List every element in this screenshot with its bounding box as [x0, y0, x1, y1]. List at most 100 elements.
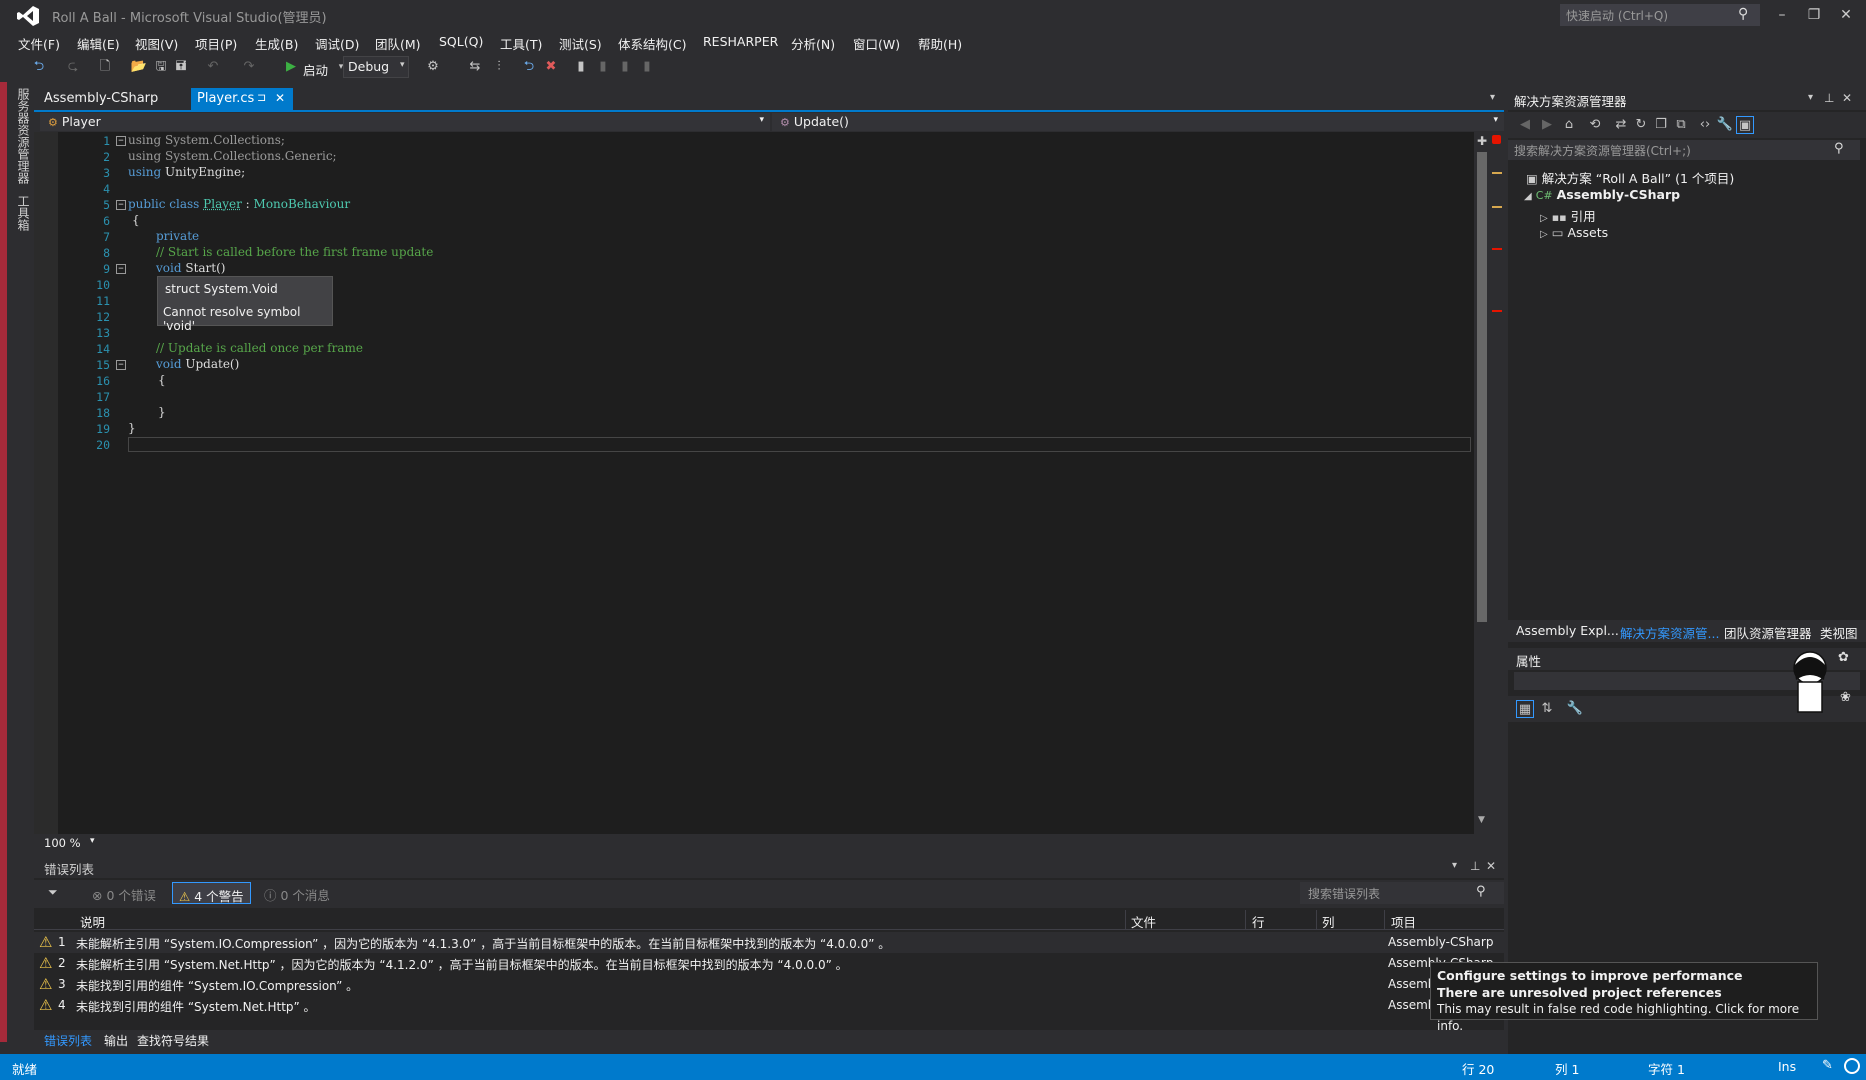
- resharper-notification[interactable]: Configure settings to improve performanc…: [1430, 962, 1818, 1033]
- menu-architecture[interactable]: 体系结构(C): [618, 34, 686, 53]
- column-line[interactable]: 行: [1252, 912, 1265, 931]
- chevron-down-icon[interactable]: ▾: [90, 836, 95, 846]
- history-icon[interactable]: ⟲: [1586, 116, 1604, 134]
- tab-solution-explorer[interactable]: 解决方案资源管...: [1620, 623, 1719, 642]
- tab-class-view[interactable]: 类视图: [1820, 623, 1858, 642]
- expanded-arrow-icon[interactable]: ◢: [1524, 191, 1532, 202]
- tree-solution[interactable]: ▣ 解决方案 “Roll A Ball” (1 个项目): [1526, 168, 1734, 187]
- tab-player-cs[interactable]: Player.cs ⊐ ✕: [191, 88, 293, 110]
- class-dropdown[interactable]: ⚙ Player ▾: [40, 113, 770, 131]
- filter-icon[interactable]: ⏷: [48, 885, 58, 900]
- fold-collapse-icon[interactable]: −: [116, 360, 126, 370]
- warning-marker[interactable]: [1492, 172, 1502, 174]
- search-icon[interactable]: ⚲: [1476, 884, 1486, 899]
- scroll-down-icon[interactable]: ▼: [1478, 815, 1485, 825]
- tree-project[interactable]: ◢ C# Assembly-CSharp: [1524, 187, 1680, 202]
- open-file-icon[interactable]: 📂: [130, 58, 148, 76]
- collapse-all-icon[interactable]: ❐: [1652, 116, 1670, 134]
- table-row[interactable]: ⚠ 2 未能解析主引用 “System.Net.Http” ，因为它的版本为 “…: [34, 953, 1504, 974]
- show-all-files-icon[interactable]: ⧉: [1672, 116, 1690, 134]
- messages-filter-button[interactable]: ⓘ 0 个消息: [258, 882, 336, 904]
- warning-marker[interactable]: [1492, 206, 1502, 208]
- tab-find-symbol[interactable]: 查找符号结果: [137, 1032, 209, 1049]
- clear-bookmark-icon[interactable]: ▮: [638, 58, 656, 76]
- maximize-button[interactable]: ❐: [1800, 4, 1828, 26]
- fold-collapse-icon[interactable]: −: [116, 200, 126, 210]
- table-row[interactable]: ⚠ 4 未能找到引用的组件 “System.Net.Http” 。 Assemb: [34, 995, 1504, 1016]
- tree-assets[interactable]: ▷ ▭ Assets: [1540, 225, 1608, 240]
- toast-message[interactable]: This may result in false red code highli…: [1437, 1001, 1811, 1035]
- menu-debug[interactable]: 调试(D): [315, 34, 359, 53]
- tab-overflow-icon[interactable]: ▾: [1490, 92, 1495, 103]
- member-dropdown[interactable]: ⚙ Update() ▾: [772, 113, 1504, 131]
- save-icon[interactable]: 🖫: [152, 58, 170, 76]
- column-file[interactable]: 文件: [1131, 912, 1156, 931]
- tab-output[interactable]: 输出: [104, 1032, 128, 1049]
- search-icon[interactable]: ⚲: [1834, 141, 1844, 156]
- forward-icon[interactable]: ⮎: [64, 58, 82, 76]
- side-tab-toolbox[interactable]: 工具箱: [16, 195, 32, 231]
- notification-icon[interactable]: [1844, 1058, 1860, 1074]
- menu-resharper[interactable]: RESHARPER: [703, 34, 778, 49]
- pin-icon[interactable]: ⊥: [1470, 859, 1480, 873]
- menu-view[interactable]: 视图(V): [135, 34, 178, 53]
- menu-team[interactable]: 团队(M): [375, 34, 421, 53]
- start-button[interactable]: 启动: [303, 60, 328, 79]
- error-search-input[interactable]: 搜索错误列表: [1300, 882, 1504, 904]
- prev-bookmark-icon[interactable]: ▮: [594, 58, 612, 76]
- alphabetical-icon[interactable]: ⇅: [1538, 700, 1556, 718]
- column-project[interactable]: 项目: [1391, 912, 1416, 931]
- menu-analyze[interactable]: 分析(N): [791, 34, 835, 53]
- close-panel-icon[interactable]: ✕: [1842, 91, 1852, 105]
- menu-project[interactable]: 项目(P): [195, 34, 237, 53]
- tab-error-list[interactable]: 错误列表: [44, 1032, 92, 1049]
- fold-collapse-icon[interactable]: −: [116, 136, 126, 146]
- bookmark-icon[interactable]: ▮: [572, 58, 590, 76]
- step-icon[interactable]: ⇆: [466, 58, 484, 76]
- collapsed-arrow-icon[interactable]: ▷: [1540, 213, 1548, 224]
- side-tab-server-explorer[interactable]: 服务器资源管理器: [16, 88, 32, 184]
- redo-icon[interactable]: ↷: [240, 58, 258, 76]
- menu-test[interactable]: 测试(S): [559, 34, 602, 53]
- column-column[interactable]: 列: [1322, 912, 1335, 931]
- close-panel-icon[interactable]: ✕: [1486, 859, 1496, 873]
- format-icon[interactable]: ⫶: [490, 58, 508, 76]
- solution-search-input[interactable]: 搜索解决方案资源管理器(Ctrl+;): [1508, 140, 1860, 160]
- error-marker[interactable]: [1492, 310, 1502, 312]
- close-tab-icon[interactable]: ✕: [275, 91, 285, 105]
- panel-menu-icon[interactable]: ▾: [1808, 92, 1813, 103]
- error-marker[interactable]: [1492, 248, 1502, 250]
- fold-collapse-icon[interactable]: −: [116, 264, 126, 274]
- warnings-filter-button[interactable]: ⚠ 4 个警告: [172, 882, 251, 904]
- refresh-icon[interactable]: ↻: [1632, 116, 1650, 134]
- errors-filter-button[interactable]: ⊗ 0 个错误: [86, 882, 162, 904]
- undo-icon[interactable]: ↶: [204, 58, 222, 76]
- search-icon[interactable]: ⚲: [1738, 6, 1748, 22]
- properties-icon[interactable]: 🔧: [1716, 116, 1734, 134]
- zoom-level[interactable]: 100 %: [44, 836, 81, 850]
- panel-menu-icon[interactable]: ▾: [1452, 860, 1457, 871]
- tree-references[interactable]: ▷ ▪▪ 引用: [1540, 206, 1596, 225]
- property-pages-icon[interactable]: 🔧: [1566, 700, 1584, 718]
- menu-tools[interactable]: 工具(T): [500, 34, 542, 53]
- uncomment-icon[interactable]: ✖: [542, 58, 560, 76]
- table-row[interactable]: ⚠ 1 未能解析主引用 “System.IO.Compression” ，因为它…: [34, 932, 1504, 953]
- menu-build[interactable]: 生成(B): [255, 34, 298, 53]
- menu-edit[interactable]: 编辑(E): [77, 34, 120, 53]
- forward-icon[interactable]: ▶: [1538, 116, 1556, 134]
- config-chevron-down-icon[interactable]: ▾: [400, 60, 405, 70]
- code-editor[interactable]: [34, 132, 1474, 834]
- new-project-icon[interactable]: 🗋: [96, 58, 114, 76]
- preview-icon[interactable]: ▣: [1736, 116, 1754, 134]
- back-icon[interactable]: ⮌: [30, 58, 48, 76]
- close-window-button[interactable]: ✕: [1832, 4, 1860, 26]
- home-icon[interactable]: ⌂: [1560, 116, 1578, 134]
- categorized-icon[interactable]: ▦: [1516, 700, 1534, 718]
- minimize-button[interactable]: –: [1768, 4, 1796, 26]
- menu-sql[interactable]: SQL(Q): [439, 34, 483, 49]
- quick-launch-input[interactable]: 快速启动 (Ctrl+Q): [1560, 4, 1760, 26]
- table-row[interactable]: ⚠ 3 未能找到引用的组件 “System.IO.Compression” 。 …: [34, 974, 1504, 995]
- menu-file[interactable]: 文件(F): [18, 34, 60, 53]
- tab-team-explorer[interactable]: 团队资源管理器: [1724, 623, 1812, 642]
- column-description[interactable]: 说明: [80, 912, 105, 931]
